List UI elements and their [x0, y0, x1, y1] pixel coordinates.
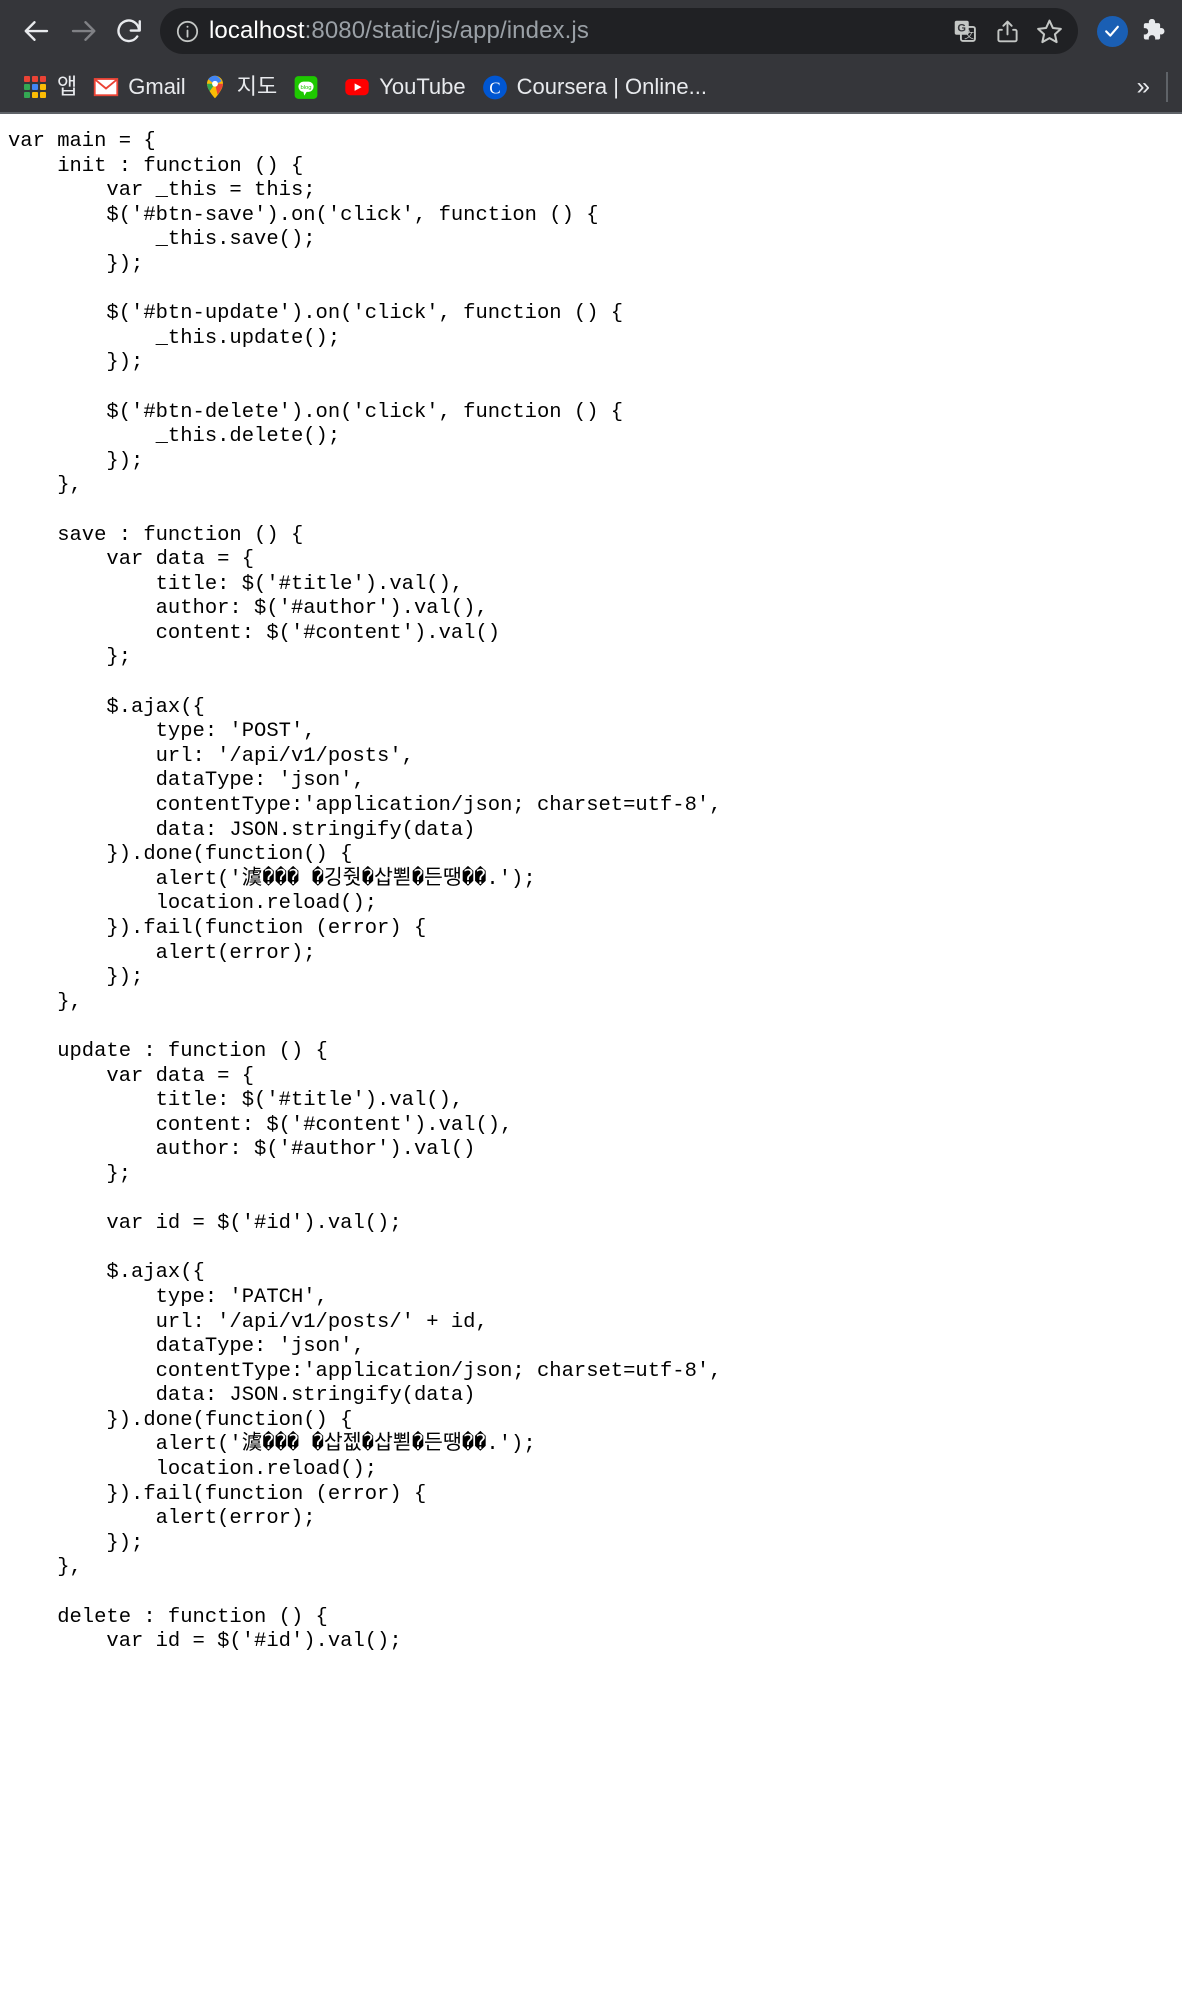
- javascript-source-code: var main = { init : function () { var _t…: [8, 130, 722, 1654]
- omnibox-actions: G 文: [946, 12, 1068, 50]
- check-circle-icon[interactable]: [1092, 11, 1132, 51]
- share-icon[interactable]: [988, 12, 1026, 50]
- bookmark-label: Coursera | Online...: [516, 74, 707, 99]
- bookmark-item-gmail[interactable]: Gmail: [85, 69, 193, 105]
- youtube-icon: [344, 74, 370, 100]
- bookmark-item-apps[interactable]: 앱: [14, 69, 85, 105]
- svg-text:C: C: [489, 78, 500, 97]
- bookmark-label: YouTube: [379, 74, 466, 99]
- address-bar[interactable]: localhost:8080/static/js/app/index.js G …: [160, 8, 1078, 54]
- apps-grid-shape: [24, 76, 46, 98]
- gmail-icon: [93, 74, 119, 100]
- extensions-puzzle-icon[interactable]: [1134, 11, 1174, 51]
- bookmark-label: 지도: [236, 74, 278, 99]
- address-bar-path: :8080/static/js/app/index.js: [304, 17, 589, 44]
- reload-button[interactable]: [106, 8, 152, 54]
- bookmark-item-maps[interactable]: 지도: [194, 69, 285, 105]
- page-viewport: var main = { init : function () { var _t…: [0, 114, 1182, 2010]
- bookmarks-divider: [1166, 72, 1168, 102]
- bookmarks-overflow-button[interactable]: »: [1125, 71, 1162, 103]
- google-maps-icon: [202, 74, 228, 100]
- bookmark-item-youtube[interactable]: YouTube: [336, 69, 473, 105]
- translate-icon[interactable]: G 文: [946, 12, 984, 50]
- forward-arrow-icon: [68, 16, 98, 46]
- bookmark-label: 앱: [57, 74, 78, 99]
- coursera-icon: C: [482, 74, 508, 100]
- svg-text:blog: blog: [301, 85, 312, 91]
- info-circle-icon[interactable]: [174, 18, 200, 44]
- address-bar-host: localhost: [209, 17, 305, 44]
- address-bar-url: localhost:8080/static/js/app/index.js: [209, 17, 946, 45]
- reload-icon: [114, 16, 144, 46]
- star-icon[interactable]: [1030, 12, 1068, 50]
- bookmark-label: Gmail: [128, 74, 186, 99]
- back-arrow-icon: [22, 16, 52, 46]
- browser-chrome: localhost:8080/static/js/app/index.js G …: [0, 0, 1182, 114]
- bookmarks-bar: 앱 Gmail 지도 blog YouTube C Coursera | Onl…: [0, 62, 1182, 112]
- extension-icons: [1092, 11, 1174, 51]
- bookmark-item-coursera[interactable]: C Coursera | Online...: [474, 69, 715, 105]
- forward-button[interactable]: [60, 8, 106, 54]
- svg-text:文: 文: [964, 29, 974, 42]
- browser-window: localhost:8080/static/js/app/index.js G …: [0, 0, 1182, 2010]
- back-button[interactable]: [14, 8, 60, 54]
- check-badge: [1096, 15, 1128, 47]
- browser-toolbar: localhost:8080/static/js/app/index.js G …: [0, 0, 1182, 62]
- apps-grid-icon: [22, 74, 48, 100]
- naver-blog-icon: blog: [293, 74, 319, 100]
- bookmark-item-naver-blog[interactable]: blog: [285, 69, 336, 105]
